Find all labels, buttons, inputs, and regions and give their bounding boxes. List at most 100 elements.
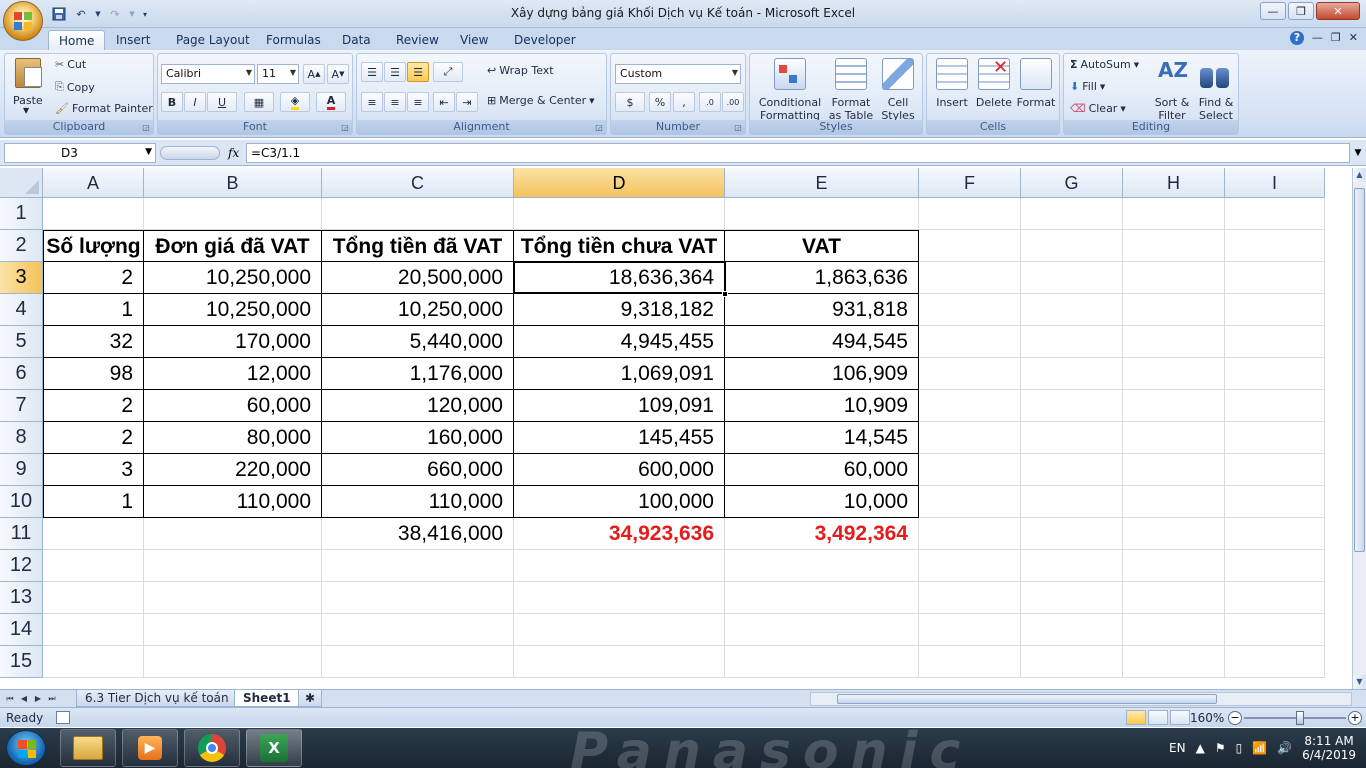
table-data-cell[interactable]: 120,000 (322, 390, 514, 422)
horizontal-scroll-thumb[interactable] (837, 694, 1217, 704)
column-header-c[interactable]: C (322, 168, 514, 198)
network-icon[interactable]: 📶 (1252, 741, 1267, 755)
cell[interactable] (1225, 326, 1325, 358)
cell[interactable] (1225, 422, 1325, 454)
table-data-cell[interactable]: 10,909 (725, 390, 919, 422)
table-data-cell[interactable]: 60,000 (725, 454, 919, 486)
row-header-12[interactable]: 12 (0, 550, 43, 582)
table-data-cell[interactable]: 931,818 (725, 294, 919, 326)
cell[interactable] (1021, 550, 1123, 582)
cell[interactable] (919, 358, 1021, 390)
copy-button[interactable]: ⎘ Copy (55, 80, 95, 94)
row-header-10[interactable]: 10 (0, 486, 43, 518)
table-data-cell[interactable]: 10,000 (725, 486, 919, 518)
tab-data[interactable]: Data (332, 30, 381, 50)
cell[interactable] (919, 198, 1021, 230)
clear-button[interactable]: ⌫ Clear ▼ (1070, 102, 1126, 115)
row-header-1[interactable]: 1 (0, 198, 43, 230)
tab-view[interactable]: View (450, 30, 498, 50)
font-color-button[interactable]: A (316, 92, 346, 112)
cell[interactable] (1123, 326, 1225, 358)
alignment-launcher-icon[interactable]: ◲ (594, 123, 604, 133)
bold-button[interactable]: B (161, 92, 183, 112)
sheet-tab-sheet1[interactable]: Sheet1 (234, 690, 300, 707)
cell[interactable] (43, 646, 144, 678)
cell[interactable] (919, 230, 1021, 262)
page-break-view-button[interactable] (1170, 710, 1190, 725)
tab-home[interactable]: Home (48, 30, 106, 50)
sheet-tab-dich-vu[interactable]: 6.3 Tier Dịch vụ kế toán (76, 690, 238, 707)
cell[interactable] (1123, 614, 1225, 646)
increase-decimal-button[interactable]: .0 (699, 92, 721, 112)
column-header-f[interactable]: F (919, 168, 1021, 198)
cell[interactable] (1225, 454, 1325, 486)
cell[interactable] (1225, 358, 1325, 390)
table-data-cell[interactable]: 10,250,000 (144, 262, 322, 294)
table-data-cell[interactable]: 170,000 (144, 326, 322, 358)
cell[interactable] (1225, 550, 1325, 582)
cell[interactable] (514, 550, 725, 582)
underline-button[interactable]: U (207, 92, 237, 112)
cell[interactable] (1225, 230, 1325, 262)
tab-developer[interactable]: Developer (504, 30, 586, 50)
clock[interactable]: 8:11 AM 6/4/2019 (1302, 734, 1356, 762)
cell[interactable] (919, 518, 1021, 550)
number-format-combo[interactable]: Custom ▼ (615, 64, 741, 84)
find-select-button[interactable]: Find & Select (1194, 56, 1238, 122)
table-data-cell[interactable]: 10,250,000 (322, 294, 514, 326)
cell[interactable] (43, 582, 144, 614)
format-painter-button[interactable]: 🖌 Format Painter (55, 102, 153, 115)
column-header-a[interactable]: A (43, 168, 144, 198)
total-cell[interactable] (144, 518, 322, 550)
cell[interactable] (43, 614, 144, 646)
prev-sheet-icon[interactable]: ◀ (18, 692, 30, 706)
cell[interactable] (919, 614, 1021, 646)
cell[interactable] (1021, 230, 1123, 262)
row-header-15[interactable]: 15 (0, 646, 43, 678)
battery-icon[interactable]: ▯ (1236, 741, 1243, 755)
cell[interactable] (1123, 486, 1225, 518)
table-data-cell[interactable]: 660,000 (322, 454, 514, 486)
table-header-cell[interactable]: Tổng tiền đã VAT (322, 230, 514, 262)
insert-function-icon[interactable]: fx (228, 146, 239, 160)
table-data-cell[interactable]: 145,455 (514, 422, 725, 454)
column-header-e[interactable]: E (725, 168, 919, 198)
tab-insert[interactable]: Insert (106, 30, 160, 50)
restore-button[interactable]: ❐ (1288, 2, 1314, 20)
cell[interactable] (1225, 486, 1325, 518)
table-data-cell[interactable]: 18,636,364 (514, 262, 725, 294)
expand-formula-bar-icon[interactable]: ▼ (1352, 143, 1364, 163)
table-data-cell[interactable]: 1,069,091 (514, 358, 725, 390)
tab-formulas[interactable]: Formulas (256, 30, 331, 50)
cell[interactable] (919, 486, 1021, 518)
vertical-scrollbar[interactable]: ▲ ▼ (1352, 168, 1366, 689)
table-data-cell[interactable]: 1 (43, 486, 144, 518)
row-header-13[interactable]: 13 (0, 582, 43, 614)
table-data-cell[interactable]: 109,091 (514, 390, 725, 422)
cell[interactable] (1225, 390, 1325, 422)
cell[interactable] (1123, 454, 1225, 486)
insert-cells-button[interactable]: Insert (931, 56, 973, 120)
scroll-up-icon[interactable]: ▲ (1353, 168, 1366, 182)
next-sheet-icon[interactable]: ▶ (32, 692, 44, 706)
table-data-cell[interactable]: 100,000 (514, 486, 725, 518)
workbook-close-icon[interactable]: ✕ (1349, 31, 1358, 45)
start-button[interactable] (6, 730, 46, 766)
table-data-cell[interactable]: 1,863,636 (725, 262, 919, 294)
cell[interactable] (919, 294, 1021, 326)
chrome-button[interactable] (184, 729, 240, 767)
autosum-button[interactable]: Σ AutoSum ▼ (1070, 58, 1139, 71)
column-header-b[interactable]: B (144, 168, 322, 198)
clipboard-launcher-icon[interactable]: ◲ (141, 123, 151, 133)
cell[interactable] (1021, 454, 1123, 486)
cell[interactable] (144, 550, 322, 582)
last-sheet-icon[interactable]: ⏭ (46, 692, 58, 706)
table-data-cell[interactable]: 60,000 (144, 390, 322, 422)
cell[interactable] (1123, 550, 1225, 582)
wrap-text-button[interactable]: ↩ Wrap Text (487, 64, 554, 77)
row-header-4[interactable]: 4 (0, 294, 43, 326)
vertical-scroll-thumb[interactable] (1354, 188, 1365, 552)
cell[interactable] (144, 582, 322, 614)
table-header-cell[interactable]: Số lượng (43, 230, 144, 262)
cell[interactable] (1021, 294, 1123, 326)
